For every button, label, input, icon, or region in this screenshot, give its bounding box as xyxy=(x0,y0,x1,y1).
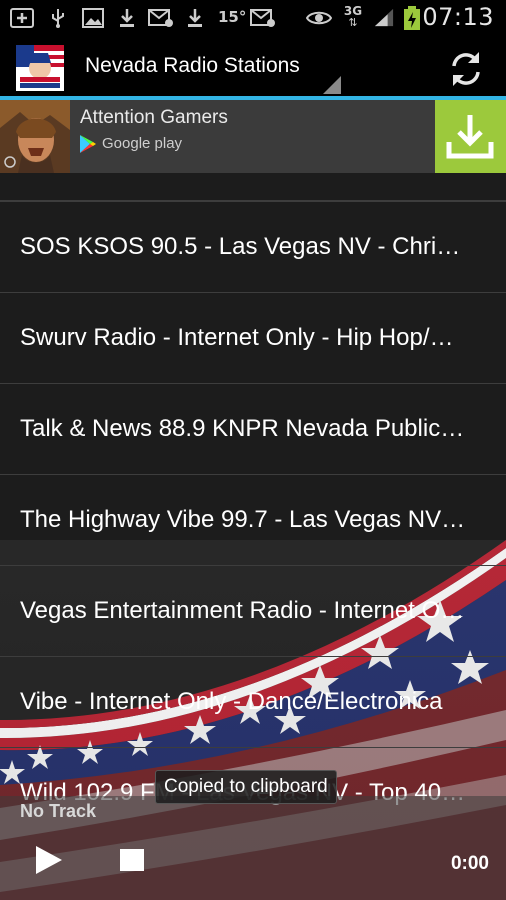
spinner-triangle-icon[interactable] xyxy=(323,76,341,94)
station-row[interactable]: SOS KSOS 90.5 - Las Vegas NV - Christian xyxy=(0,201,506,292)
station-row[interactable]: Vegas Entertainment Radio - Internet Onl… xyxy=(0,565,506,656)
download-icon xyxy=(446,115,494,159)
now-playing-label: No Track xyxy=(20,801,97,821)
temperature-icon: 15° xyxy=(218,8,247,26)
station-row[interactable]: Vibe - Internet Only - Dance/Electronica xyxy=(0,656,506,747)
play-button[interactable] xyxy=(36,846,62,874)
image-icon xyxy=(82,8,104,28)
toast-message: Copied to clipboard xyxy=(155,770,337,804)
mail-icon xyxy=(250,9,275,27)
refresh-button[interactable] xyxy=(442,46,490,92)
ad-title[interactable]: Attention Gamers xyxy=(80,107,228,129)
station-row[interactable]: Talk & News 88.9 KNPR Nevada Public Radi… xyxy=(0,383,506,474)
app-title[interactable]: Nevada Radio Stations xyxy=(85,54,300,78)
battery-charging-icon xyxy=(404,6,420,30)
station-name: Vibe - Internet Only - Dance/Electronica xyxy=(20,688,443,715)
station-row[interactable]: The Highway Vibe 99.7 - Las Vegas NV - C… xyxy=(0,474,506,565)
eye-icon xyxy=(306,11,332,25)
download-icon xyxy=(120,9,134,27)
clock: 07:13 xyxy=(422,3,494,31)
station-name: SOS KSOS 90.5 - Las Vegas NV - Christian xyxy=(20,233,468,260)
station-row[interactable]: Swurv Radio - Internet Only - Hip Hop/Ra… xyxy=(0,292,506,383)
ad-thumbnail[interactable] xyxy=(0,100,70,173)
station-list: SOS KSOS 90.5 - Las Vegas NV - Christian… xyxy=(0,201,506,838)
status-bar: 15° 3G ⇅ 07:13 xyxy=(0,0,506,36)
play-icon xyxy=(36,846,62,874)
ad-download-button[interactable] xyxy=(435,100,506,173)
station-name: Swurv Radio - Internet Only - Hip Hop/Ra… xyxy=(20,324,468,351)
usb-icon xyxy=(52,9,64,28)
google-play-icon xyxy=(80,135,96,153)
signal-icon xyxy=(374,8,394,27)
network-icon: 3G ⇅ xyxy=(343,4,363,29)
action-bar: Nevada Radio Stations xyxy=(0,36,506,100)
station-name: The Highway Vibe 99.7 - Las Vegas NV - C… xyxy=(20,506,468,533)
station-name: Talk & News 88.9 KNPR Nevada Public Radi… xyxy=(20,415,468,442)
google-play-label: Google play xyxy=(102,135,183,152)
download-icon xyxy=(188,9,202,27)
station-name: Vegas Entertainment Radio - Internet Onl… xyxy=(20,597,468,624)
add-icon xyxy=(10,8,34,28)
mail-icon xyxy=(148,9,173,27)
elapsed-time: 0:00 xyxy=(450,853,489,874)
ad-banner[interactable]: Attention Gamers Google play xyxy=(0,100,506,173)
app-logo xyxy=(16,45,64,91)
stop-button[interactable] xyxy=(120,849,144,871)
player-bar: No Track 0:00 xyxy=(0,796,506,900)
